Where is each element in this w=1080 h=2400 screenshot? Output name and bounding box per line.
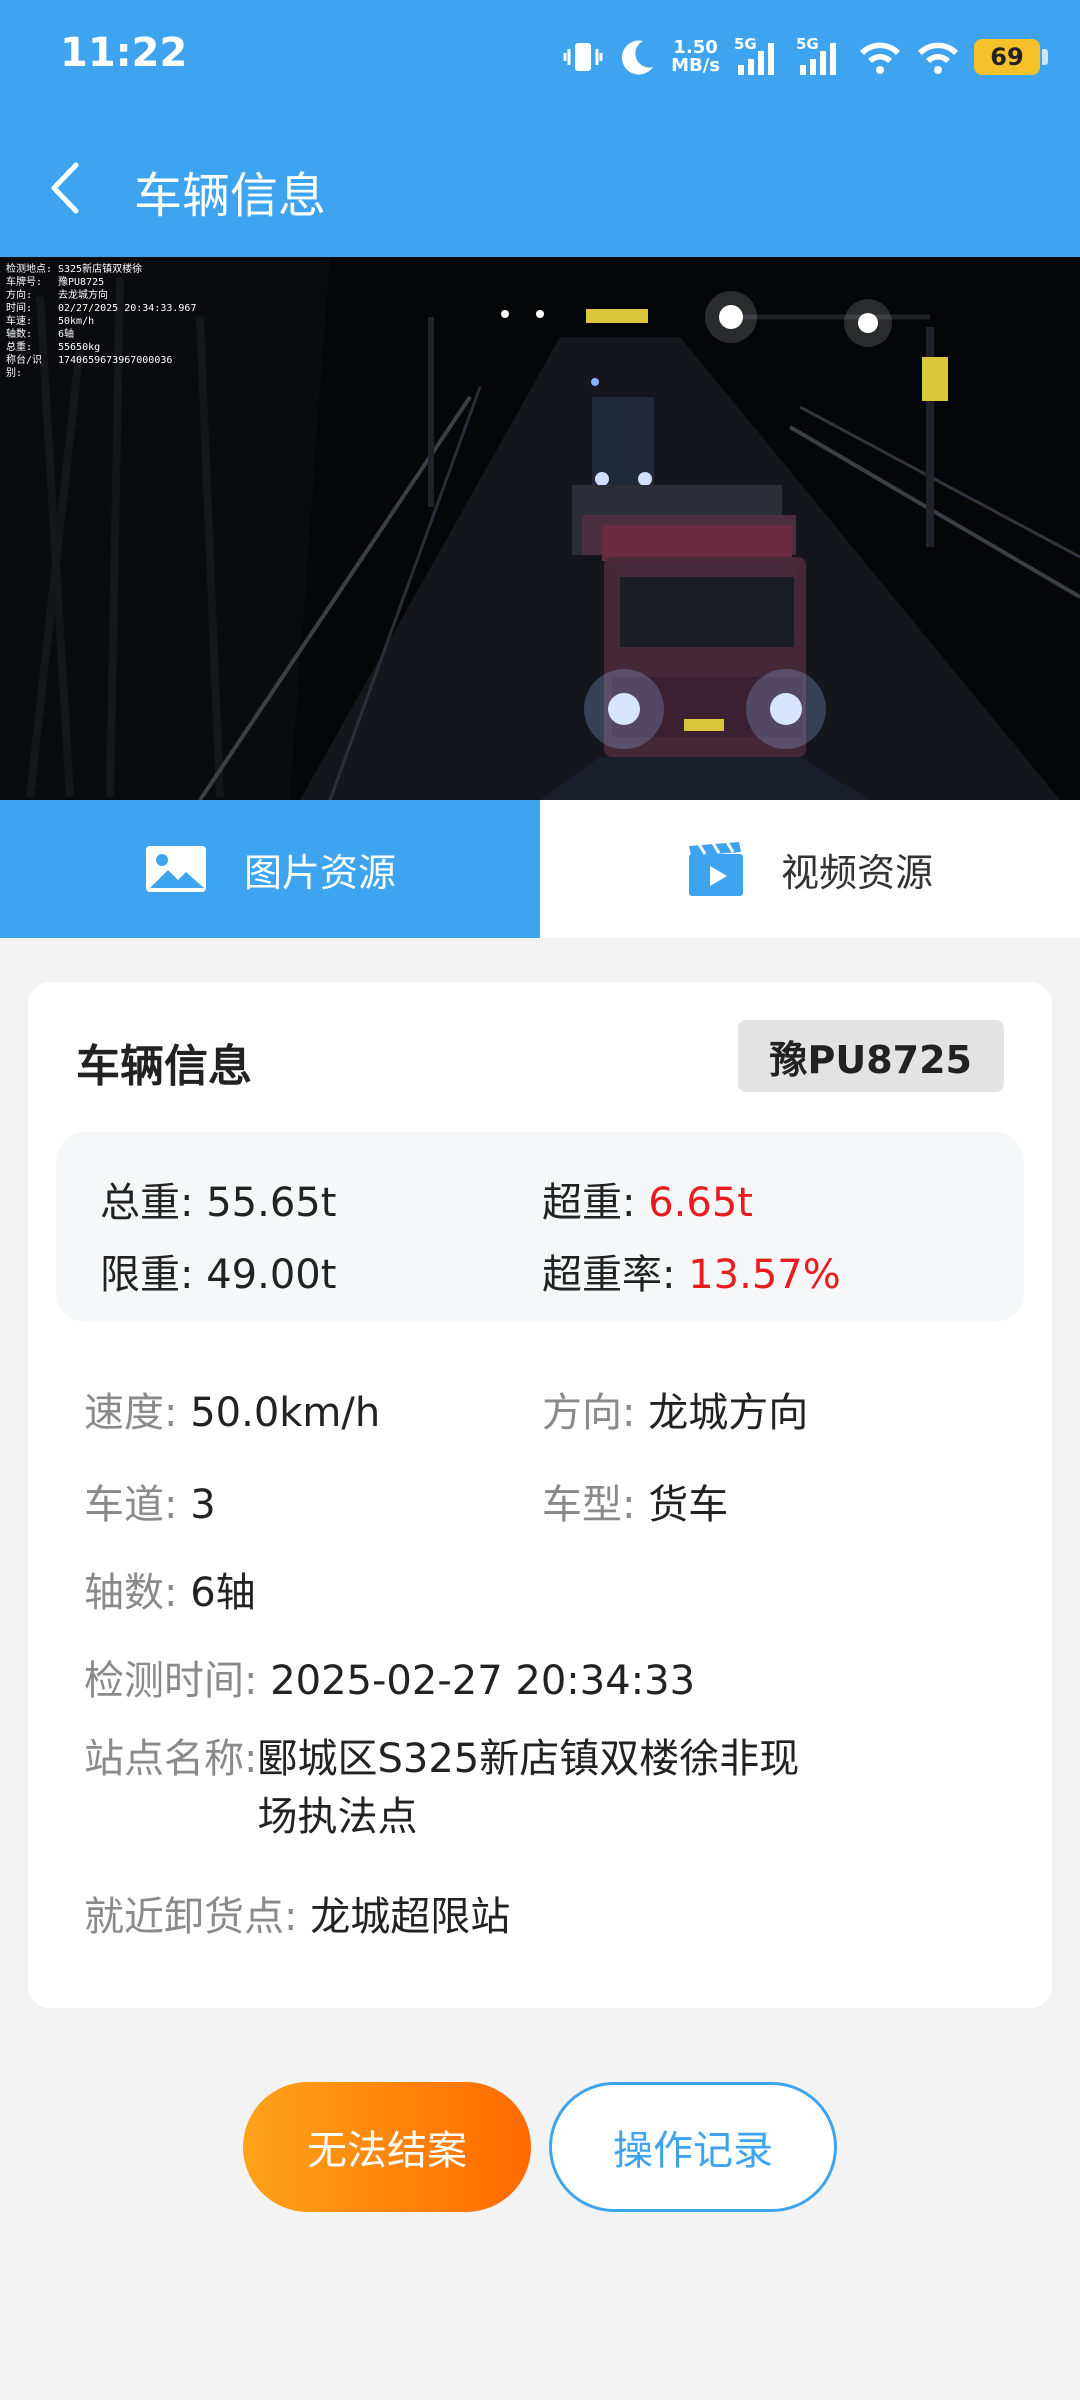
status-time: 11:22 — [60, 30, 188, 76]
overlay-row: 时间: 02/27/2025 20:34:33.967 — [6, 303, 197, 314]
battery-icon: 69 — [974, 39, 1048, 75]
close-case-button[interactable]: 无法结案 — [243, 2082, 531, 2212]
total-weight: 总重: 55.65t — [100, 1180, 337, 1226]
photo-overlay-text: 检测地点: S325新店镇双楼徐 车牌号: 豫PU8725 方向: 去龙城方向 时间:… — [6, 263, 196, 380]
page-title: 车辆信息 — [134, 168, 327, 224]
resource-tabs: 图片资源 视频资源 — [0, 800, 1080, 938]
tab-label: 图片资源 — [243, 850, 396, 895]
video-icon — [688, 841, 743, 896]
signal-icon: 5G — [796, 35, 844, 77]
tab-image-resources[interactable]: 图片资源 — [0, 800, 540, 938]
overlay-row: 称台/识别: 1740659673967000036 — [6, 355, 173, 379]
overlay-row: 车牌号: 豫PU8725 — [6, 277, 105, 288]
over-weight: 超重: 6.65t — [542, 1180, 753, 1226]
tab-label: 视频资源 — [780, 850, 933, 895]
overlay-row: 车速: 50km/h — [6, 316, 95, 327]
operation-log-button[interactable]: 操作记录 — [549, 2082, 837, 2212]
moon-icon — [617, 37, 657, 77]
speed-field: 速度: 50.0km/h — [84, 1390, 381, 1436]
status-icons: 1.50 MB/s 5G 5G 69 — [563, 32, 1048, 82]
back-button[interactable] — [40, 150, 90, 226]
chevron-left-icon — [51, 162, 79, 214]
direction-field: 方向: 龙城方向 — [542, 1390, 809, 1436]
app-header: 11:22 1.50 MB/s 5G 5G 69 车辆信息 — [0, 0, 1080, 257]
image-icon — [145, 846, 206, 892]
overlay-row: 总重: 55650kg — [6, 342, 101, 353]
vehicle-info-card: 车辆信息 豫PU8725 总重: 55.65t 超重: 6.65t 限重: 49… — [28, 982, 1052, 2008]
station-field: 站点名称: 郾城区S325新店镇双楼徐非现场执法点 — [84, 1736, 800, 1840]
wifi-icon — [858, 37, 902, 77]
weight-summary: 总重: 55.65t 超重: 6.65t 限重: 49.00t 超重率: 13.… — [56, 1132, 1024, 1322]
card-title: 车辆信息 — [76, 1041, 252, 1092]
over-weight-rate: 超重率: 13.57% — [542, 1252, 841, 1298]
lane-field: 车道: 3 — [84, 1482, 216, 1528]
plate-badge: 豫PU8725 — [737, 1020, 1004, 1092]
overlay-row: 轴数: 6轴 — [6, 329, 75, 340]
vibrate-icon — [563, 37, 603, 77]
overlay-row: 方向: 去龙城方向 — [6, 290, 108, 301]
unload-point-field: 就近卸货点: 龙城超限站 — [84, 1894, 511, 1940]
signal-icon: 5G — [734, 35, 782, 77]
vehicle-type-field: 车型: 货车 — [542, 1482, 729, 1528]
limit-weight: 限重: 49.00t — [100, 1252, 337, 1298]
vehicle-photo[interactable]: 检测地点: S325新店镇双楼徐 车牌号: 豫PU8725 方向: 去龙城方向 时间:… — [0, 257, 1080, 800]
overlay-row: 检测地点: S325新店镇双楼徐 — [6, 264, 143, 275]
tab-video-resources[interactable]: 视频资源 — [540, 800, 1080, 938]
wifi-icon — [916, 37, 960, 77]
axles-field: 轴数: 6轴 — [84, 1570, 256, 1616]
net-speed: 1.50 MB/s — [671, 37, 720, 76]
detect-time-field: 检测时间: 2025-02-27 20:34:33 — [84, 1658, 696, 1704]
